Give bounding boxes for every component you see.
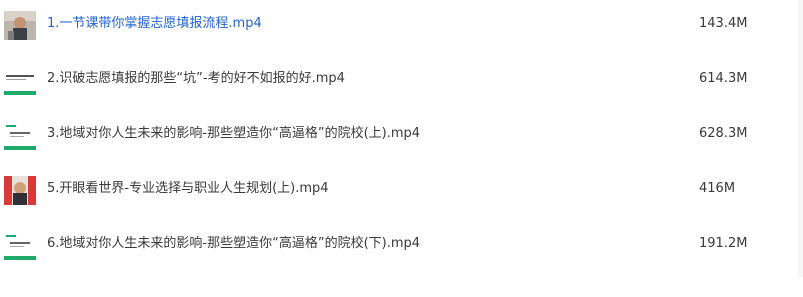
- green-slide-thumbnail: [4, 231, 36, 260]
- file-row-1[interactable]: 1.一节课带你掌握志愿填报流程.mp4 143.4M: [0, 0, 803, 50]
- file-size: 416M: [699, 181, 736, 196]
- scrollbar-track[interactable]: [798, 0, 803, 277]
- file-size: 628.3M: [699, 126, 748, 141]
- file-size: 191.2M: [699, 236, 748, 251]
- file-row-5[interactable]: 6.地域对你人生未来的影响-那些塑造你“高逼格”的院校(下).mp4 191.2…: [0, 220, 803, 270]
- file-row-3[interactable]: 3.地域对你人生未来的影响-那些塑造你“高逼格”的院校(上).mp4 628.3…: [0, 110, 803, 160]
- file-name: 6.地域对你人生未来的影响-那些塑造你“高逼格”的院校(下).mp4: [47, 236, 421, 251]
- file-size: 143.4M: [699, 16, 748, 31]
- person-red-video-thumbnail: [4, 176, 36, 205]
- file-size: 614.3M: [699, 71, 748, 86]
- file-row-2[interactable]: 2.识破志愿填报的那些“坑”-考的好不如报的好.mp4 614.3M: [0, 55, 803, 105]
- file-name: 3.地域对你人生未来的影响-那些塑造你“高逼格”的院校(上).mp4: [47, 126, 421, 141]
- text-slide-thumbnail: [4, 66, 36, 95]
- file-name: 1.一节课带你掌握志愿填报流程.mp4: [47, 16, 262, 31]
- person-video-thumbnail: [4, 11, 36, 40]
- file-row-4[interactable]: 5.开眼看世界-专业选择与职业人生规划(上).mp4 416M: [0, 165, 803, 215]
- video-file-list: 1.一节课带你掌握志愿填报流程.mp4 143.4M 2.识破志愿填报的那些“坑…: [0, 0, 803, 297]
- file-name: 2.识破志愿填报的那些“坑”-考的好不如报的好.mp4: [47, 71, 345, 86]
- green-slide-thumbnail: [4, 121, 36, 150]
- file-name: 5.开眼看世界-专业选择与职业人生规划(上).mp4: [47, 181, 329, 196]
